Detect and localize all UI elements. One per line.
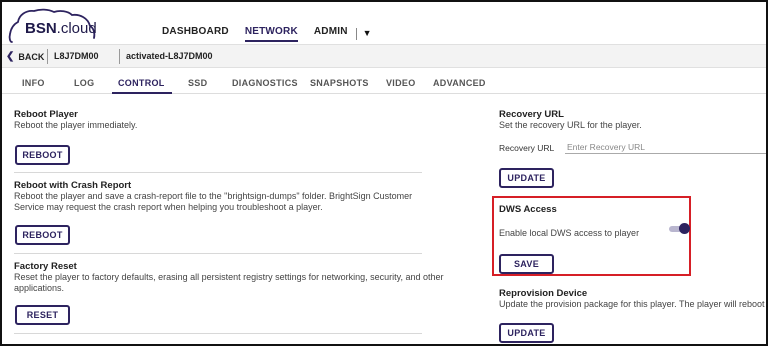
factory-reset-title: Factory Reset (14, 261, 77, 272)
reboot-button[interactable]: REBOOT (15, 145, 70, 165)
dws-access-desc: Enable local DWS access to player (499, 228, 640, 238)
recovery-url-desc: Set the recovery URL for the player. (499, 120, 642, 130)
factory-reset-desc-line1: Reset the player to factory defaults, er… (14, 272, 444, 282)
crash-reboot-title: Reboot with Crash Report (14, 180, 132, 191)
reprovision-desc: Update the provision package for this pl… (499, 299, 765, 309)
breadcrumb: ❮ BACK L8J7DM00 activated-L8J7DM00 (2, 44, 766, 68)
reprovision-title: Reprovision Device (499, 288, 588, 299)
tab-ssd[interactable]: SSD (188, 78, 207, 88)
tab-video[interactable]: VIDEO (386, 78, 416, 88)
factory-reset-button[interactable]: RESET (15, 305, 70, 325)
section-divider (14, 333, 422, 334)
reprovision-update-button[interactable]: UPDATE (499, 323, 554, 343)
nav-admin[interactable]: ADMIN (314, 26, 348, 42)
breadcrumb-device-id[interactable]: L8J7DM00 (54, 51, 99, 61)
app-window: BSN.cloud DASHBOARD NETWORK ADMIN ▼ ❮ BA… (0, 0, 768, 346)
recovery-update-button[interactable]: UPDATE (499, 168, 554, 188)
crash-reboot-desc-line1: Reboot the player and save a crash-repor… (14, 191, 413, 201)
tab-diagnostics[interactable]: DIAGNOSTICS (232, 78, 298, 88)
chevron-left-icon: ❮ (6, 51, 15, 62)
tab-advanced[interactable]: ADVANCED (433, 78, 486, 88)
logo-text-bold: BSN (25, 20, 57, 37)
bsn-cloud-logo[interactable]: BSN.cloud (8, 8, 97, 44)
tab-info[interactable]: INFO (22, 78, 45, 88)
dws-save-button[interactable]: SAVE (499, 254, 554, 274)
active-tab-indicator (112, 92, 172, 94)
dws-access-title: DWS Access (499, 204, 557, 215)
nav-divider (355, 28, 357, 40)
dws-access-toggle[interactable] (669, 223, 690, 234)
reboot-desc: Reboot the player immediately. (14, 120, 138, 130)
recovery-url-title: Recovery URL (499, 109, 564, 120)
section-divider (14, 172, 422, 173)
crash-reboot-button[interactable]: REBOOT (15, 225, 70, 245)
breadcrumb-divider (119, 49, 120, 64)
reboot-title: Reboot Player (14, 109, 78, 120)
back-button[interactable]: ❮ BACK (6, 51, 44, 62)
breadcrumb-divider (47, 49, 48, 64)
factory-reset-desc-line2: applications. (14, 283, 65, 293)
back-label: BACK (18, 51, 45, 62)
logo-text-light: .cloud (56, 20, 97, 37)
section-divider (14, 253, 422, 254)
recovery-url-label: Recovery URL (499, 143, 555, 153)
nav-dashboard[interactable]: DASHBOARD (162, 26, 229, 42)
main-nav: DASHBOARD NETWORK ADMIN ▼ (162, 26, 372, 42)
recovery-url-input[interactable] (565, 140, 766, 154)
toggle-knob (679, 223, 690, 234)
breadcrumb-device-name[interactable]: activated-L8J7DM00 (126, 51, 213, 61)
top-bar: BSN.cloud DASHBOARD NETWORK ADMIN ▼ (2, 2, 766, 44)
tab-log[interactable]: LOG (74, 78, 94, 88)
nav-network[interactable]: NETWORK (244, 26, 298, 42)
tab-control[interactable]: CONTROL (118, 78, 165, 88)
nav-dropdown-caret-icon[interactable]: ▼ (363, 28, 372, 38)
crash-reboot-desc-line2: Service may request the crash report whe… (14, 202, 323, 212)
tab-snapshots[interactable]: SNAPSHOTS (310, 78, 369, 88)
tab-bar: INFO LOG CONTROL SSD DIAGNOSTICS SNAPSHO… (2, 72, 766, 94)
